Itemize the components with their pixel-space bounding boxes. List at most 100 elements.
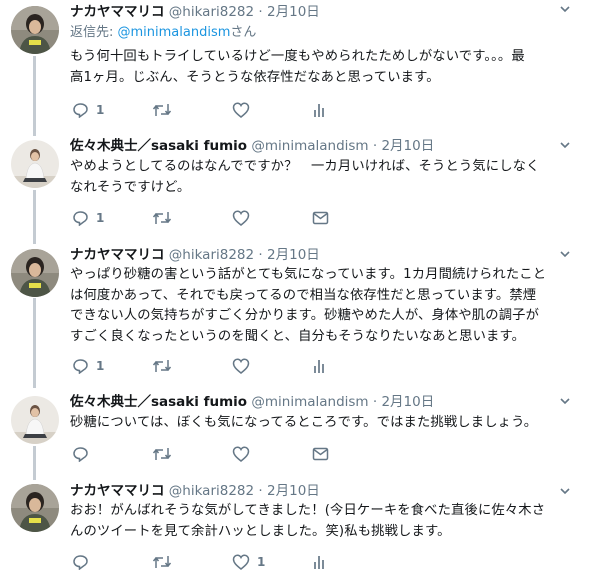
reply-button[interactable]: 1 [72, 209, 104, 227]
tweet-text: やっぱり砂糖の害という話がとても気になっています。1カ月間続けられたこと は何度… [70, 265, 575, 347]
direct-message-button[interactable] [312, 445, 329, 463]
display-name[interactable]: ナカヤママリコ [70, 4, 165, 20]
separator-dot: · [258, 247, 263, 263]
tweet-text-line: は何度かあって、それでも戻ってるので相当な依存性だと思っています。禁煙 [70, 287, 537, 303]
display-name[interactable]: 佐々木典士／sasaki fumio [70, 138, 247, 154]
tweet[interactable]: ナカヤママリコ @hikari8282 · 2月10日 やっぱり砂糖の害という話… [0, 240, 594, 388]
handle[interactable]: @hikari8282 [169, 247, 254, 263]
like-button[interactable] [232, 357, 257, 375]
reply-context: 返信先: @minimalandismさん [70, 24, 256, 42]
tweet-text: やめようとしてるのはなんでですか？ 一カ月いければ、そうとう気にしなく なれそう… [70, 157, 575, 198]
handle[interactable]: @minimalandism [251, 394, 368, 410]
display-name[interactable]: ナカヤママリコ [70, 483, 165, 499]
avatar-photo-icon [11, 396, 59, 444]
tweet-header: ナカヤママリコ @hikari8282 · 2月10日 [70, 2, 320, 22]
retweet-button[interactable] [152, 445, 179, 463]
heart-icon [232, 102, 250, 118]
avatar[interactable] [11, 249, 59, 297]
chevron-down-icon[interactable] [558, 394, 572, 408]
reply-icon [73, 359, 88, 374]
tweet-header: ナカヤママリコ @hikari8282 · 2月10日 [70, 245, 320, 265]
retweet-icon [152, 212, 172, 224]
heart-icon [232, 210, 250, 226]
timestamp[interactable]: 2月10日 [381, 138, 434, 154]
handle[interactable]: @hikari8282 [169, 483, 254, 499]
reply-button[interactable] [72, 445, 96, 463]
tweet-actions: 1 [70, 357, 370, 375]
tweet[interactable]: 佐々木典士／sasaki fumio @minimalandism · 2月10… [0, 132, 594, 240]
retweet-button[interactable] [152, 209, 179, 227]
timestamp[interactable]: 2月10日 [267, 247, 320, 263]
analytics-button[interactable] [312, 101, 326, 119]
retweet-button[interactable] [152, 357, 179, 375]
tweet[interactable]: 佐々木典士／sasaki fumio @minimalandism · 2月10… [0, 388, 594, 476]
reply-button[interactable]: 1 [72, 101, 104, 119]
retweet-icon [152, 556, 172, 568]
avatar-photo-icon [11, 484, 59, 532]
tweet-text: おお！がんばれそうな気がしてきました！(今日ケーキを食べた直後に佐々木さ んのツ… [70, 501, 575, 542]
like-button[interactable] [232, 445, 257, 463]
direct-message-button[interactable] [312, 209, 329, 227]
tweet[interactable]: ナカヤママリコ @hikari8282 · 2月10日 おお！がんばれそうな気が… [0, 476, 594, 580]
retweet-icon [152, 104, 172, 116]
conversation-thread: ナカヤママリコ @hikari8282 · 2月10日 返信先: @minima… [0, 0, 594, 580]
heart-icon [232, 554, 250, 570]
heart-icon [232, 358, 250, 374]
display-name[interactable]: ナカヤママリコ [70, 247, 165, 263]
retweet-button[interactable] [152, 553, 179, 571]
reply-suffix: さん [230, 25, 257, 40]
reply-count: 1 [96, 103, 105, 117]
separator-dot: · [258, 4, 263, 20]
analytics-icon [314, 556, 324, 569]
retweet-button[interactable] [152, 101, 179, 119]
chevron-down-icon[interactable] [558, 2, 572, 16]
avatar-photo-icon [11, 140, 59, 188]
chevron-down-icon[interactable] [558, 138, 572, 152]
handle[interactable]: @minimalandism [251, 138, 368, 154]
like-count: 1 [257, 555, 266, 569]
avatar[interactable] [11, 396, 59, 444]
timestamp[interactable]: 2月10日 [267, 483, 320, 499]
envelope-icon [312, 211, 329, 225]
reply-button[interactable]: 1 [72, 357, 104, 375]
chevron-down-icon[interactable] [558, 247, 572, 261]
like-button[interactable] [232, 101, 257, 119]
like-button[interactable] [232, 209, 257, 227]
tweet-header: 佐々木典士／sasaki fumio @minimalandism · 2月10… [70, 136, 434, 156]
tweet-text: もう何十回もトライしているけど一度もやめられたためしがないです。。。最 高1ヶ月… [70, 47, 575, 88]
reply-handle-link[interactable]: @minimalandism [118, 25, 231, 40]
reply-icon [73, 555, 88, 570]
retweet-icon [152, 360, 172, 372]
tweet-text-line: おお！がんばれそうな気がしてきました！(今日ケーキを食べた直後に佐々木さ [70, 503, 546, 518]
analytics-icon [314, 104, 324, 117]
tweet-actions [70, 445, 370, 463]
like-button[interactable]: 1 [232, 553, 265, 571]
chevron-down-icon[interactable] [558, 484, 572, 498]
timestamp[interactable]: 2月10日 [267, 4, 320, 20]
avatar[interactable] [11, 140, 59, 188]
tweet-text-line: 高1ヶ月。じぶん、そうとうな依存性だなあと思っています。 [70, 69, 440, 85]
tweet[interactable]: ナカヤママリコ @hikari8282 · 2月10日 返信先: @minima… [0, 0, 594, 132]
heart-icon [232, 446, 250, 462]
tweet-text-line: すごく良くなったというのを聞くと、自分もそうなりたいなあと思います。 [70, 328, 526, 344]
reply-button[interactable] [72, 553, 96, 571]
timestamp[interactable]: 2月10日 [381, 394, 434, 410]
reply-count: 1 [96, 359, 105, 373]
tweet-text-line: なれそうですけど。 [70, 179, 191, 195]
reply-icon [73, 211, 88, 226]
tweet-actions: 1 [70, 101, 370, 119]
tweet-text-line: できない人の気持ちがすごく分かります。砂糖やめた人が、身体や肌の調子が [70, 308, 540, 323]
separator-dot: · [372, 394, 378, 410]
avatar[interactable] [11, 484, 59, 532]
reply-prefix: 返信先: [70, 25, 118, 40]
analytics-icon [314, 360, 324, 373]
avatar[interactable] [11, 6, 59, 54]
reply-icon [73, 447, 88, 462]
handle[interactable]: @hikari8282 [169, 4, 254, 20]
reply-count: 1 [96, 211, 105, 225]
analytics-button[interactable] [312, 357, 326, 375]
analytics-button[interactable] [312, 553, 326, 571]
display-name[interactable]: 佐々木典士／sasaki fumio [70, 394, 247, 410]
envelope-icon [312, 447, 329, 461]
tweet-text-line: んのツイートを見て余計ハッとしました。笑)私も挑戦します。 [70, 523, 451, 539]
